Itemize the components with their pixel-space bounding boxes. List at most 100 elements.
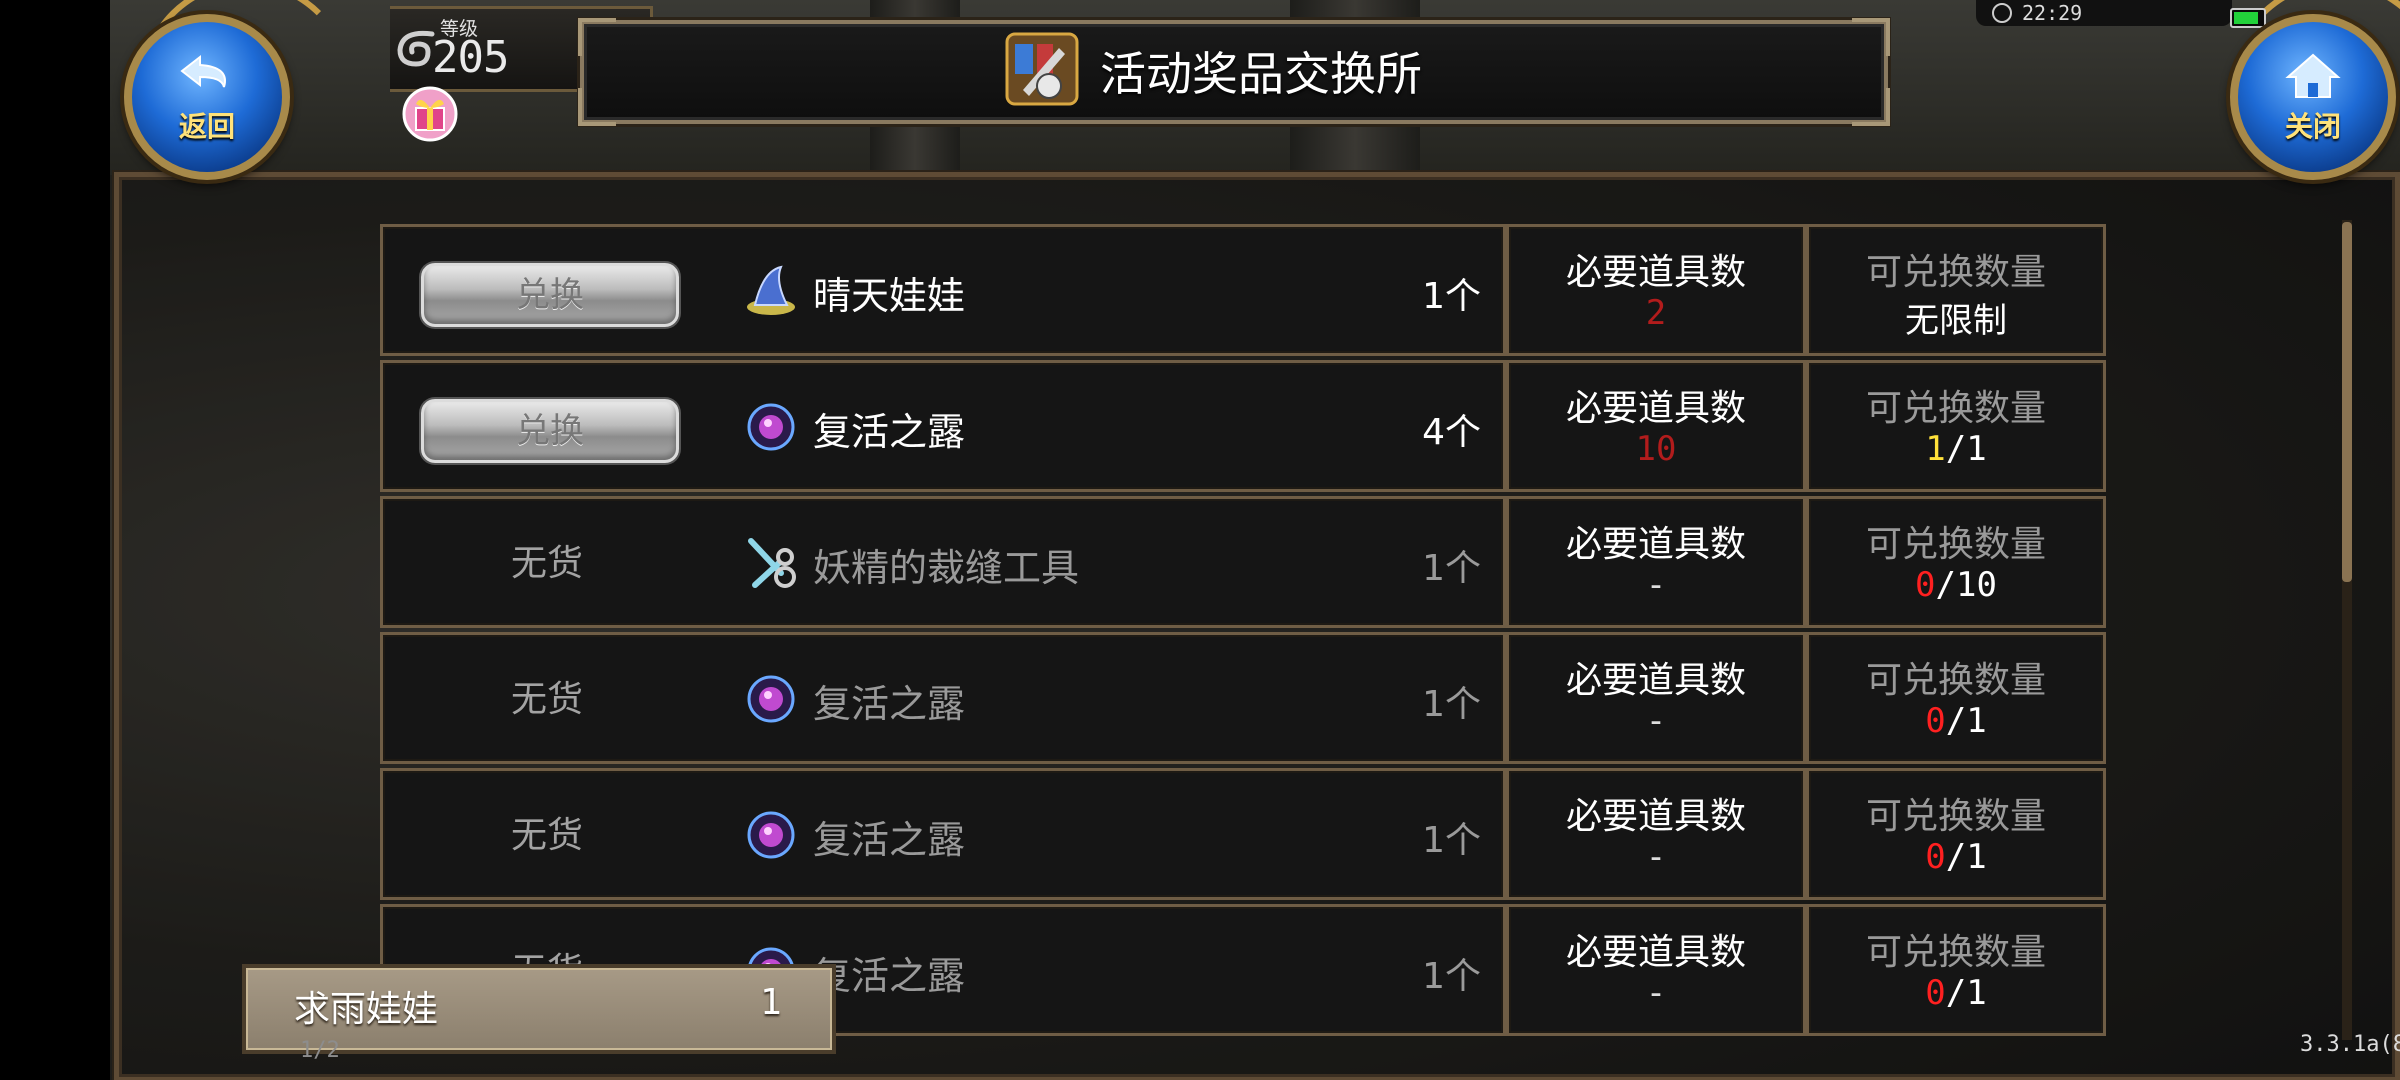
- available-used: 0: [1925, 701, 1946, 741]
- item-quantity: 1个: [1422, 820, 1481, 861]
- exchange-list: 兑换 晴天娃娃 1个 必要道具数 2 可兑换数量 无限制 兑换 复活之露 4个 …: [380, 224, 2112, 1064]
- title-corner: [578, 18, 616, 56]
- required-value: -: [1645, 565, 1667, 605]
- required-header: 必要道具数: [1565, 524, 1746, 565]
- inventory-item-name: 求雨娃娃: [294, 989, 439, 1030]
- orb-icon: [747, 675, 795, 723]
- required-cell: 必要道具数 -: [1506, 768, 1806, 900]
- page-title: 活动奖品交换所: [1100, 47, 1422, 101]
- scissors-icon: [748, 538, 796, 588]
- version-label: 3.3.1a(82): [2300, 1032, 2400, 1057]
- available-value: 0/1: [1809, 973, 2103, 1013]
- exchange-row: 无货 复活之露 1个 必要道具数 - 可兑换数量 0/1: [380, 632, 2112, 766]
- available-value: 无限制: [1905, 301, 2007, 341]
- item-name: 复活之露: [813, 818, 966, 862]
- available-used: 0: [1925, 837, 1946, 877]
- required-cell: 必要道具数 2: [1506, 224, 1806, 356]
- available-header: 可兑换数量: [1865, 796, 2046, 837]
- gift-icon[interactable]: [400, 82, 460, 142]
- available-value: 0/10: [1809, 565, 2103, 605]
- level-value: 205: [432, 32, 509, 83]
- orb-icon: [747, 811, 795, 859]
- available-used: 0: [1915, 565, 1936, 605]
- item-quantity: 1个: [1422, 548, 1481, 589]
- item-name: 晴天娃娃: [813, 274, 966, 318]
- back-button[interactable]: 返回: [124, 14, 290, 180]
- available-total: /1: [1945, 837, 1987, 877]
- back-arrow-icon: [180, 54, 226, 88]
- game-screen: 返回 等级 205 活动奖品交换所 22:29 关闭 兑换 晴天娃娃 1个 必要…: [110, 0, 2400, 1080]
- row-main-cell: 兑换 晴天娃娃 1个: [380, 224, 1506, 356]
- item-name: 妖精的裁缝工具: [813, 546, 1080, 590]
- sold-out-label: 无货: [510, 543, 583, 584]
- battery-icon: [2230, 8, 2266, 28]
- required-cell: 必要道具数 10: [1506, 360, 1806, 492]
- item-quantity: 1个: [1422, 956, 1481, 997]
- sold-out-label: 无货: [510, 815, 583, 856]
- available-header: 可兑换数量: [1865, 932, 2046, 973]
- required-value: -: [1645, 837, 1667, 877]
- available-cell: 可兑换数量 0/10: [1806, 496, 2106, 628]
- row-main-cell: 兑换 复活之露 4个: [380, 360, 1506, 492]
- exchange-row: 兑换 复活之露 4个 必要道具数 10 可兑换数量 1/1: [380, 360, 2112, 494]
- orb-icon: [747, 403, 795, 451]
- available-header: 可兑换数量: [1865, 524, 2046, 565]
- available-total: /1: [1945, 429, 1987, 469]
- scrollbar-thumb[interactable]: [2342, 222, 2352, 582]
- available-cell: 可兑换数量 0/1: [1806, 632, 2106, 764]
- available-value: 0/1: [1809, 837, 2103, 877]
- required-cell: 必要道具数 -: [1506, 632, 1806, 764]
- exchange-button[interactable]: 兑换: [421, 263, 679, 327]
- available-total: /10: [1935, 565, 1997, 605]
- row-main-cell: 无货 复活之露 1个: [380, 632, 1506, 764]
- required-header: 必要道具数: [1565, 252, 1746, 293]
- available-value: 1/1: [1809, 429, 2103, 469]
- close-label: 关闭: [2284, 110, 2341, 143]
- item-quantity: 4个: [1422, 412, 1481, 453]
- close-button[interactable]: 关闭: [2230, 14, 2396, 180]
- item-name: 复活之露: [813, 682, 966, 726]
- exchange-shop-icon: [1005, 32, 1079, 106]
- row-main-cell: 无货 妖精的裁缝工具 1个: [380, 496, 1506, 628]
- title-corner: [1852, 88, 1890, 126]
- clock: 22:29: [1976, 0, 2232, 26]
- exchange-button[interactable]: 兑换: [421, 399, 679, 463]
- item-quantity: 1个: [1422, 684, 1481, 725]
- required-value: 10: [1635, 429, 1677, 469]
- required-value: -: [1645, 973, 1667, 1013]
- available-cell: 可兑换数量 1/1: [1806, 360, 2106, 492]
- hat-icon: [747, 265, 795, 315]
- available-header: 可兑换数量: [1865, 252, 2046, 293]
- title-corner: [578, 88, 616, 126]
- clock-text: 22:29: [2022, 1, 2083, 25]
- row-main-cell: 无货 复活之露 1个: [380, 768, 1506, 900]
- page-indicator: 1/2: [300, 1038, 340, 1063]
- exchange-row: 无货 复活之露 1个 必要道具数 - 可兑换数量 0/1: [380, 768, 2112, 902]
- required-value: -: [1645, 701, 1667, 741]
- home-icon: [2285, 53, 2341, 98]
- required-cell: 必要道具数 -: [1506, 496, 1806, 628]
- item-name: 复活之露: [813, 410, 966, 454]
- available-cell: 可兑换数量 无限制: [1806, 224, 2106, 356]
- available-cell: 可兑换数量 0/1: [1806, 904, 2106, 1036]
- inventory-item-count: 1: [760, 982, 782, 1023]
- available-value: 0/1: [1809, 701, 2103, 741]
- title-corner: [1852, 18, 1890, 56]
- available-cell: 可兑换数量 0/1: [1806, 768, 2106, 900]
- required-value: 2: [1645, 293, 1667, 333]
- available-used: 1: [1925, 429, 1946, 469]
- required-header: 必要道具数: [1565, 796, 1746, 837]
- required-header: 必要道具数: [1565, 388, 1746, 429]
- available-total: /1: [1945, 973, 1987, 1013]
- available-total: /1: [1945, 701, 1987, 741]
- required-header: 必要道具数: [1565, 660, 1746, 701]
- required-header: 必要道具数: [1565, 932, 1746, 973]
- item-quantity: 1个: [1422, 276, 1481, 317]
- available-header: 可兑换数量: [1865, 660, 2046, 701]
- required-cell: 必要道具数 -: [1506, 904, 1806, 1036]
- exchange-row: 无货 妖精的裁缝工具 1个 必要道具数 - 可兑换数量 0/10: [380, 496, 2112, 630]
- available-used: 0: [1925, 973, 1946, 1013]
- exchange-row: 兑换 晴天娃娃 1个 必要道具数 2 可兑换数量 无限制: [380, 224, 2112, 358]
- back-label: 返回: [178, 110, 235, 143]
- clock-icon: [1992, 3, 2012, 23]
